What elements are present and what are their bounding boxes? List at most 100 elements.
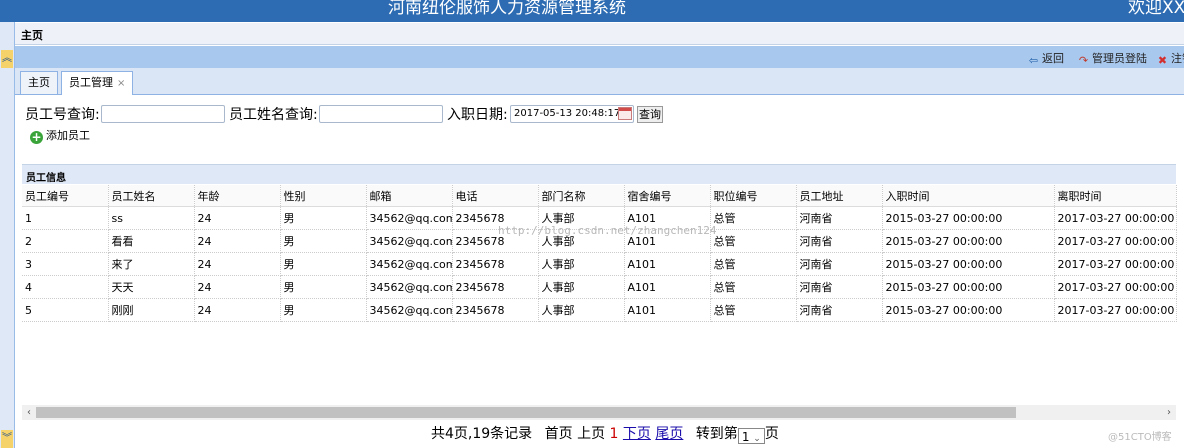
pager-first-link[interactable]: 首页 <box>545 423 573 443</box>
column-header[interactable]: 员工编号 <box>22 185 109 207</box>
column-header[interactable]: 部门名称 <box>538 185 625 207</box>
table-cell: 总管 <box>710 229 797 253</box>
column-header[interactable]: 职位编号 <box>710 185 797 207</box>
app-header: 河南纽伦服饰人力资源管理系统 欢迎XX <box>0 0 1184 22</box>
column-header[interactable]: 年龄 <box>194 185 281 207</box>
page-select[interactable]: 1 ⌄ <box>737 428 765 444</box>
add-employee-label: 添加员工 <box>46 129 90 142</box>
tab-employee-management[interactable]: 员工管理 × <box>61 71 134 95</box>
table-cell: 人事部 <box>538 298 625 322</box>
pager-current-page: 1 <box>609 426 619 442</box>
table-cell: A101 <box>624 275 711 299</box>
table-row[interactable]: 4 天天 24 男 34562@qq.com 2345678 人事部 A101 … <box>22 275 1177 299</box>
pager: 共4页,19条记录 首页 上页 1 下页 尾页 转到第 1 ⌄ 页 <box>431 423 779 444</box>
column-header[interactable]: 员工地址 <box>796 185 883 207</box>
scroll-left-icon[interactable]: ‹ <box>22 405 36 420</box>
collapse-up-icon[interactable]: ︽ <box>1 50 13 68</box>
table-cell: 2015-03-27 00:00:00 <box>882 298 1055 322</box>
pager-summary: 共4页,19条记录 <box>431 426 533 442</box>
scroll-right-icon[interactable]: › <box>1162 405 1176 420</box>
table-cell: 24 <box>194 298 281 322</box>
pager-goto-suffix: 页 <box>764 426 779 442</box>
home-label: 主页 <box>21 29 43 42</box>
horizontal-scrollbar[interactable]: ‹ › <box>22 405 1176 420</box>
table-cell: 人事部 <box>538 252 625 276</box>
column-header[interactable]: 入职时间 <box>882 185 1055 207</box>
scroll-thumb[interactable] <box>36 407 1016 418</box>
table-cell: 总管 <box>710 252 797 276</box>
toolbar: ⇦返回 ↷管理员登陆 ✖注销 <box>15 46 1184 68</box>
table-header-row: 员工编号 员工姓名 年龄 性别 邮箱 电话 部门名称 宿舍编号 职位编号 员工地… <box>22 185 1177 207</box>
back-button[interactable]: ⇦ 返回 <box>1027 50 1064 68</box>
table-cell: 来了 <box>108 252 195 276</box>
chevron-down-icon: ⌄ <box>753 434 761 444</box>
hire-date-label: 入职日期: <box>447 107 508 123</box>
table-cell: 天天 <box>108 275 195 299</box>
column-header[interactable]: 宿舍编号 <box>624 185 711 207</box>
left-collapse-strip: ︽ ︾ <box>0 22 15 448</box>
emp-name-input[interactable] <box>319 105 443 123</box>
logout-button[interactable]: ✖注销 <box>1156 50 1184 68</box>
emp-id-query-label: 员工号查询: <box>25 107 100 123</box>
admin-login-button[interactable]: ↷ 管理员登陆 <box>1077 50 1147 68</box>
blog-watermark: http://blog.csdn.net/zhangchen124 <box>498 224 717 237</box>
tab-bar: 主页 员工管理 × <box>15 68 1184 95</box>
table-cell: ss <box>108 206 195 230</box>
footer-watermark: @51CTO博客 <box>1108 432 1172 443</box>
add-icon: + <box>30 130 43 144</box>
column-header[interactable]: 邮箱 <box>366 185 453 207</box>
pager-goto-label: 转到第 <box>695 426 738 442</box>
tab-home-label: 主页 <box>28 76 50 89</box>
table-row[interactable]: 3 来了 24 男 34562@qq.com 2345678 人事部 A101 … <box>22 252 1177 276</box>
table-cell: 总管 <box>710 275 797 299</box>
collapse-down-icon[interactable]: ︾ <box>1 430 13 448</box>
admin-login-label: 管理员登陆 <box>1092 52 1147 65</box>
home-panel-header: 主页 <box>15 23 1184 45</box>
close-icon: ✖ <box>1157 54 1168 67</box>
pager-prev-link[interactable]: 上页 <box>577 426 605 442</box>
table-cell: 2017-03-27 00:00:00 <box>1054 252 1177 276</box>
column-header[interactable]: 离职时间 <box>1054 185 1177 207</box>
table-cell: 2015-03-27 00:00:00 <box>882 229 1055 253</box>
tab-home[interactable]: 主页 <box>20 71 58 94</box>
table-cell: 24 <box>194 275 281 299</box>
table-cell: 2017-03-27 00:00:00 <box>1054 298 1177 322</box>
table-cell: 3 <box>22 252 109 276</box>
column-header[interactable]: 电话 <box>452 185 539 207</box>
admin-login-icon: ↷ <box>1078 54 1089 67</box>
back-arrow-icon: ⇦ <box>1028 54 1039 67</box>
table-cell: 34562@qq.com <box>366 206 453 230</box>
table-cell: 河南省 <box>796 298 883 322</box>
page-select-value: 1 <box>741 430 750 444</box>
table-cell: 34562@qq.com <box>366 229 453 253</box>
table-cell: 2015-03-27 00:00:00 <box>882 275 1055 299</box>
add-employee-button[interactable]: + 添加员工 <box>30 127 90 144</box>
hire-date-input[interactable]: 2017-05-13 20:48:17 <box>510 105 634 123</box>
table-cell: A101 <box>624 298 711 322</box>
table-cell: 34562@qq.com <box>366 275 453 299</box>
table-cell: 刚刚 <box>108 298 195 322</box>
pager-next-link[interactable]: 下页 <box>623 426 651 442</box>
table-row[interactable]: 5 刚刚 24 男 34562@qq.com 2345678 人事部 A101 … <box>22 298 1177 322</box>
column-header[interactable]: 员工姓名 <box>108 185 195 207</box>
tab-close-icon[interactable]: × <box>117 78 125 89</box>
pager-last-link[interactable]: 尾页 <box>655 426 683 442</box>
table-cell: 24 <box>194 206 281 230</box>
tab-employee-label: 员工管理 <box>69 76 113 89</box>
column-header[interactable]: 性别 <box>280 185 367 207</box>
calendar-icon[interactable] <box>618 107 632 120</box>
table-cell: A101 <box>624 252 711 276</box>
logout-label: 注销 <box>1171 52 1184 65</box>
table-cell: 总管 <box>710 206 797 230</box>
table-cell: 2017-03-27 00:00:00 <box>1054 275 1177 299</box>
table-cell: 24 <box>194 229 281 253</box>
table-cell: 34562@qq.com <box>366 252 453 276</box>
search-button[interactable]: 查询 <box>637 106 663 123</box>
table-cell: 5 <box>22 298 109 322</box>
table-cell: 看看 <box>108 229 195 253</box>
table-cell: 4 <box>22 275 109 299</box>
emp-id-input[interactable] <box>101 105 225 123</box>
table-cell: 河南省 <box>796 206 883 230</box>
table-cell: 总管 <box>710 298 797 322</box>
table-cell: 2 <box>22 229 109 253</box>
